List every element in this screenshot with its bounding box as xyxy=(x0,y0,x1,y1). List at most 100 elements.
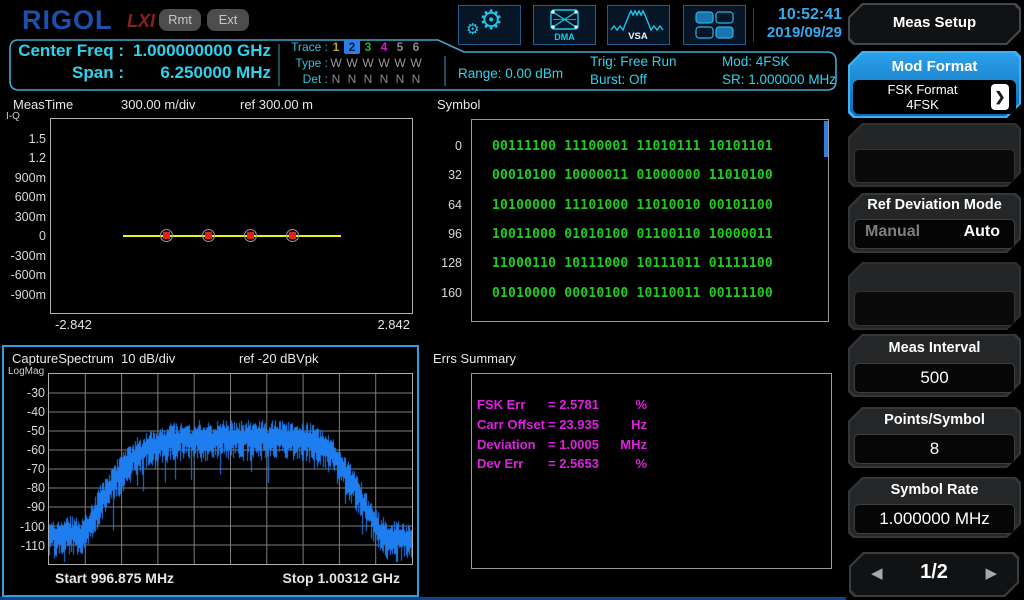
meas-interval-value: 500 xyxy=(854,363,1015,393)
trace-type-3: W xyxy=(360,56,376,70)
meastime-scale: 300.00 m/div xyxy=(121,97,195,112)
meastime-ref: ref 300.00 m xyxy=(240,97,313,112)
symbol-bits-row-0: 00111100 11100001 11010111 10101101 xyxy=(492,139,773,154)
spectrum-trace xyxy=(49,374,412,564)
burst-readout: Burst: Off xyxy=(590,72,647,87)
err-unit-1: Hz xyxy=(597,417,647,432)
spectrum-title: CaptureSpectrum xyxy=(12,351,114,366)
symbol-index-96: 96 xyxy=(428,227,462,241)
trace-select-3[interactable]: 3 xyxy=(360,40,376,54)
mod-readout: Mod: 4FSK xyxy=(722,54,790,69)
err-value-1: = 23.935 xyxy=(548,417,599,432)
symbol-bits-row-64: 10100000 11101000 11010010 00101100 xyxy=(492,198,773,213)
center-freq-value: 1.000000000 GHz xyxy=(120,41,271,61)
mod-format-key[interactable]: Mod Format FSK Format 4FSK ❯ xyxy=(848,51,1021,118)
symbol-marker-0 xyxy=(163,232,170,239)
menu-title: Meas Setup xyxy=(848,14,1021,31)
symbol-rate-key[interactable]: Symbol Rate 1.000000 MHz xyxy=(848,477,1021,538)
symbol-index-64: 64 xyxy=(428,198,462,212)
trace-det-5: N xyxy=(392,72,408,86)
meastime-ytick-900m: 900m xyxy=(0,171,46,185)
symbol-scrollbar[interactable] xyxy=(824,121,828,157)
meas-interval-label: Meas Interval xyxy=(848,340,1021,356)
symbol-marker-1 xyxy=(205,232,212,239)
err-value-3: = 2.5653 xyxy=(548,456,599,471)
symbol-rate-label: Symbol Rate xyxy=(848,482,1021,498)
trace-select-1[interactable]: 1 xyxy=(328,40,344,54)
trace-select-4[interactable]: 4 xyxy=(376,40,392,54)
spectrum-ytick--70: -70 xyxy=(0,462,45,476)
center-freq-label: Center Freq : xyxy=(14,41,124,61)
submenu-arrow-icon: ❯ xyxy=(991,84,1009,110)
spectrum-ytick--40: -40 xyxy=(0,405,45,419)
err-name-2: Deviation xyxy=(477,437,536,452)
symbol-marker-3 xyxy=(289,232,296,239)
symbol-index-32: 32 xyxy=(428,168,462,182)
ref-deviation-mode-key[interactable]: Ref Deviation Mode Manual Auto xyxy=(848,193,1021,253)
symbol-bits-row-160: 01010000 00010100 10110011 00111100 xyxy=(492,286,773,301)
mod-format-label: Mod Format xyxy=(848,58,1021,75)
spectrum-plot[interactable] xyxy=(48,373,413,565)
spectrum-start-label: Start 996.875 MHz xyxy=(55,570,174,586)
trace-type-2: W xyxy=(344,56,360,70)
meastime-trace-label: I-Q xyxy=(6,111,20,122)
err-unit-0: % xyxy=(597,397,647,412)
sr-readout: SR: 1.000000 MHz xyxy=(722,72,836,87)
spectrum-ytick--100: -100 xyxy=(0,520,45,534)
trace-det-3: N xyxy=(360,72,376,86)
meastime-ytick-1.5: 1.5 xyxy=(0,132,46,146)
err-name-0: FSK Err xyxy=(477,397,525,412)
spectrum-stop-label: Stop 1.00312 GHz xyxy=(260,570,400,586)
span-label: Span : xyxy=(14,63,124,83)
meastime-ytick-300m: 300m xyxy=(0,210,46,224)
softkey-empty-2 xyxy=(848,262,1021,330)
spectrum-ytick--50: -50 xyxy=(0,424,45,438)
trace-type-6: W xyxy=(408,56,424,70)
mod-format-value-line2: 4FSK xyxy=(853,97,992,112)
page-next-icon[interactable]: ▶ xyxy=(985,564,997,582)
meastime-ytick--900m: -900m xyxy=(0,288,46,302)
err-name-3: Dev Err xyxy=(477,456,523,471)
trace-det-4: N xyxy=(376,72,392,86)
symbol-bits-row-32: 00010100 10000011 01000000 11010100 xyxy=(492,168,773,183)
meas-interval-key[interactable]: Meas Interval 500 xyxy=(848,334,1021,397)
trace-select-2[interactable]: 2 xyxy=(344,40,360,54)
points-per-symbol-value: 8 xyxy=(854,434,1015,464)
ref-deviation-mode-box: Manual Auto xyxy=(854,219,1015,249)
span-value: 6.250000 MHz xyxy=(120,63,271,83)
spectrum-ref: ref -20 dBVpk xyxy=(239,351,319,366)
option-auto[interactable]: Auto xyxy=(964,223,1000,241)
trace-type-5: W xyxy=(392,56,408,70)
mod-format-value-line1: FSK Format xyxy=(853,82,992,97)
spectrum-ytick--80: -80 xyxy=(0,481,45,495)
meastime-ytick-0: 0 xyxy=(0,229,46,243)
trace-det-2: N xyxy=(344,72,360,86)
meastime-ytick--600m: -600m xyxy=(0,268,46,282)
spectrum-trace-label: LogMag xyxy=(8,366,44,377)
err-value-2: = 1.0005 xyxy=(548,437,599,452)
symbol-bits-row-96: 10011000 01010100 01100110 10000011 xyxy=(492,227,773,242)
symbol-bits-row-128: 11000110 10111000 10111011 01111100 xyxy=(492,256,773,271)
trig-readout: Trig: Free Run xyxy=(590,54,677,69)
rsa-screen: RIGOL LXI Rmt Ext ⚙ ⚙ DMA VSA 10:5 xyxy=(0,0,1024,600)
meastime-ytick--300m: -300m xyxy=(0,249,46,263)
trace-select-5[interactable]: 5 xyxy=(392,40,408,54)
err-unit-3: % xyxy=(597,456,647,471)
option-manual[interactable]: Manual xyxy=(865,223,920,241)
page-nav-key[interactable]: ◀ 1/2 ▶ xyxy=(849,552,1019,597)
err-unit-2: MHz xyxy=(597,437,647,452)
trace-det-1: N xyxy=(328,72,344,86)
meastime-ytick-1.2: 1.2 xyxy=(0,151,46,165)
symbol-title: Symbol xyxy=(437,97,480,112)
errs-title: Errs Summary xyxy=(433,351,516,366)
points-per-symbol-key[interactable]: Points/Symbol 8 xyxy=(848,407,1021,468)
meastime-plot[interactable] xyxy=(50,118,413,314)
softkey-empty-1 xyxy=(848,123,1021,187)
spectrum-ytick--110: -110 xyxy=(0,539,45,553)
det-label: Det : xyxy=(284,72,328,86)
trace-select-6[interactable]: 6 xyxy=(408,40,424,54)
err-value-0: = 2.5781 xyxy=(548,397,599,412)
trace-det-6: N xyxy=(408,72,424,86)
range-readout: Range: 0.00 dBm xyxy=(458,66,563,81)
symbol-rate-value: 1.000000 MHz xyxy=(854,504,1015,534)
